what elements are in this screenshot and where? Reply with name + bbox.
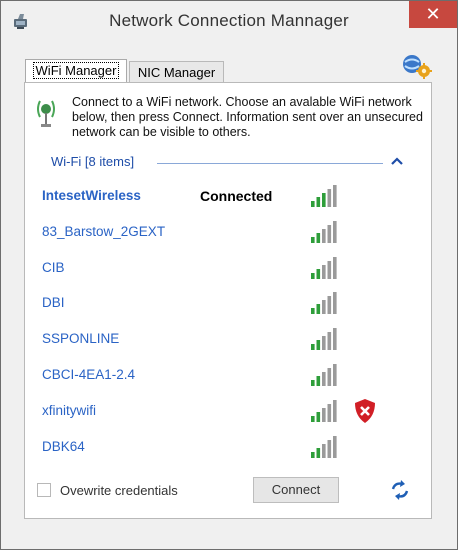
title-bar[interactable]: Network Connection Mannager ✕ xyxy=(1,1,457,39)
network-settings-icon[interactable] xyxy=(399,53,433,79)
network-row[interactable]: CIB xyxy=(42,253,422,287)
signal-strength-icon xyxy=(311,435,337,458)
network-row[interactable]: DBI xyxy=(42,288,422,322)
connection-status: Connected xyxy=(200,188,273,204)
overwrite-credentials-label: Ovewrite credentials xyxy=(60,483,178,498)
network-row[interactable]: SSPONLINE xyxy=(42,324,422,358)
network-name[interactable]: DBK64 xyxy=(42,439,85,454)
instructions-text: Connect to a WiFi network. Choose an ava… xyxy=(72,95,423,139)
wifi-manager-panel: Connect to a WiFi network. Choose an ava… xyxy=(24,82,432,519)
tab-wifi-manager[interactable]: WiFi Manager xyxy=(25,59,127,83)
network-row[interactable]: IntesetWireless Connected xyxy=(42,181,422,215)
signal-strength-icon xyxy=(311,328,337,351)
wifi-antenna-icon xyxy=(37,100,55,127)
window-title: Network Connection Mannager xyxy=(109,11,349,30)
overwrite-credentials-checkbox[interactable] xyxy=(37,483,51,497)
tab-nic-manager[interactable]: NIC Manager xyxy=(129,61,224,83)
network-name[interactable]: 83_Barstow_2GEXT xyxy=(42,224,165,239)
network-name[interactable]: DBI xyxy=(42,295,65,310)
network-row[interactable]: CBCI-4EA1-2.4 xyxy=(42,360,422,394)
wifi-group-header[interactable]: Wi-Fi [8 items] xyxy=(51,154,411,172)
app-window: Network Connection Mannager ✕ WiFi Manag… xyxy=(0,0,458,550)
network-name[interactable]: CBCI-4EA1-2.4 xyxy=(42,367,135,382)
network-row[interactable]: xfinitywifi xyxy=(42,396,422,430)
signal-strength-icon xyxy=(311,220,337,243)
chevron-up-icon[interactable] xyxy=(391,156,403,166)
security-warning-shield-icon xyxy=(355,398,375,423)
signal-strength-icon xyxy=(311,364,337,386)
network-name[interactable]: IntesetWireless xyxy=(42,188,141,203)
close-button[interactable]: ✕ xyxy=(409,1,457,28)
network-name[interactable]: CIB xyxy=(42,260,65,275)
refresh-icon[interactable] xyxy=(389,479,411,501)
signal-strength-icon xyxy=(311,185,337,207)
connect-button[interactable]: Connect xyxy=(253,477,339,503)
network-name[interactable]: xfinitywifi xyxy=(42,403,96,418)
signal-strength-icon xyxy=(311,256,337,279)
tab-wifi-manager-label: WiFi Manager xyxy=(32,62,120,79)
network-row[interactable]: 83_Barstow_2GEXT xyxy=(42,217,422,251)
signal-strength-icon xyxy=(311,399,337,422)
network-name[interactable]: SSPONLINE xyxy=(42,331,119,346)
wifi-group-label: Wi-Fi [8 items] xyxy=(51,154,135,169)
group-divider xyxy=(157,163,383,164)
signal-strength-icon xyxy=(311,292,337,315)
network-row[interactable]: DBK64 xyxy=(42,432,422,466)
